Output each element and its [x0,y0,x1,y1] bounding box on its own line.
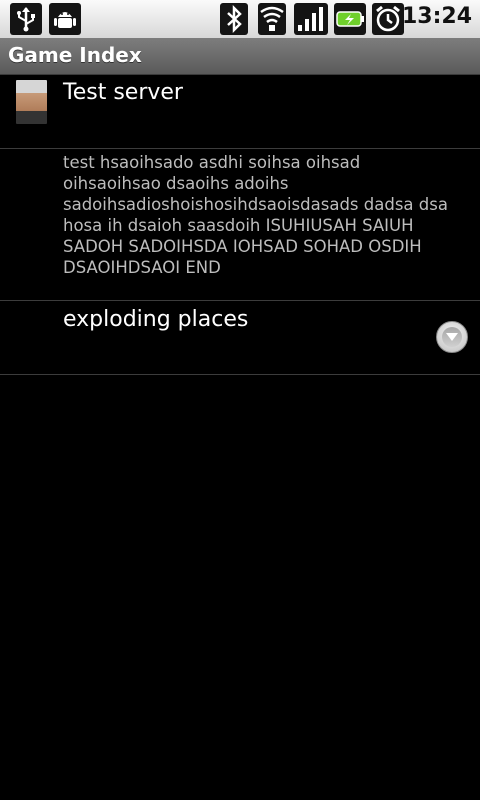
expand-arrow [446,333,458,341]
usb-icon [10,3,42,35]
android-debug-icon [49,3,81,35]
list-item-exploding-places[interactable]: exploding places [0,301,480,375]
status-time: 13:24 [401,4,472,29]
status-bar: 13:24 [0,0,480,39]
alarm-icon [372,3,404,35]
list-item-title: Test server [63,80,183,105]
signal-icon [294,3,328,35]
avatar [16,80,47,124]
title-bar: Game Index [0,38,480,75]
wifi-icon [258,3,286,35]
battery-charging-icon [334,3,366,35]
list-item-test-server[interactable]: Test server [0,75,480,149]
description-text: test hsaoihsado asdhi soihsa oihsad oihs… [63,153,448,277]
bluetooth-icon [220,3,248,35]
app-title: Game Index [8,43,142,67]
expand-button[interactable] [436,321,468,353]
list-item-description[interactable]: test hsaoihsado asdhi soihsa oihsad oihs… [0,149,480,301]
list-item-title: exploding places [63,307,249,332]
